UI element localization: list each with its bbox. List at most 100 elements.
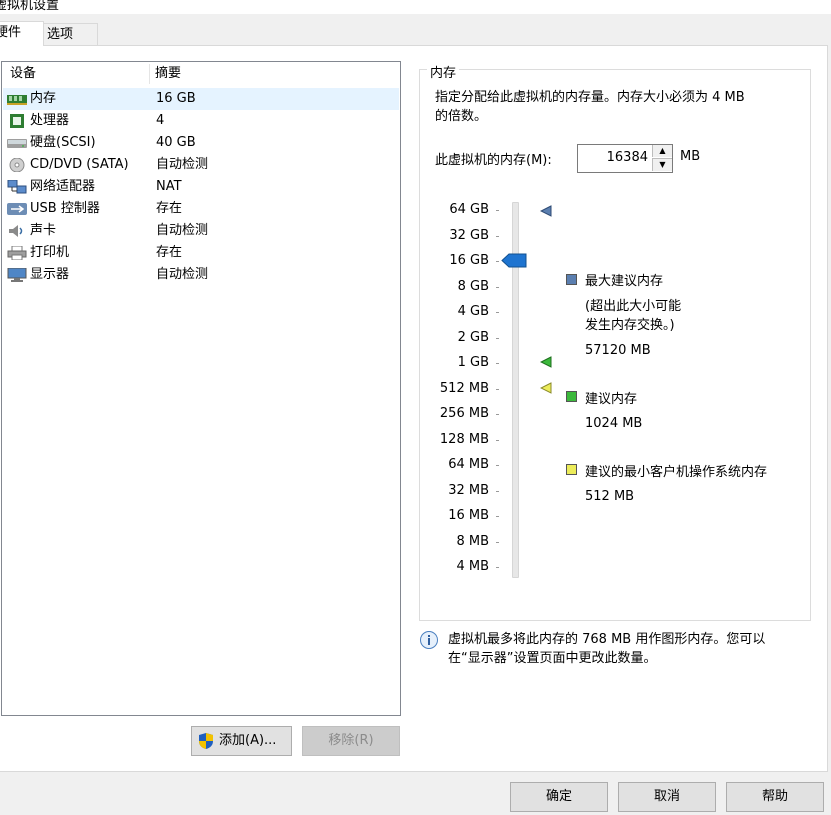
- memory-scale-tick: [496, 312, 499, 313]
- recommended-label: 建议内存: [585, 392, 638, 407]
- device-summary: 自动检测: [156, 267, 209, 282]
- max-recommended-note: (超出此大小可能 发生内存交换。): [585, 297, 681, 335]
- device-name: 显示器: [30, 267, 70, 282]
- device-row-processor[interactable]: 处理器 4: [3, 110, 399, 132]
- column-separator[interactable]: [149, 64, 150, 84]
- printer-icon: [7, 246, 27, 260]
- device-row-network[interactable]: 网络适配器 NAT: [3, 176, 399, 198]
- tab-options[interactable]: 选项: [41, 23, 98, 46]
- device-summary: 自动检测: [156, 223, 209, 238]
- memory-scale-tick: [496, 388, 499, 390]
- uac-shield-icon: [199, 733, 213, 749]
- memory-scale-label: 8 MB: [456, 533, 489, 549]
- device-row-harddisk[interactable]: 硬盘(SCSI) 40 GB: [3, 132, 399, 154]
- memory-group-title: 内存: [427, 62, 460, 81]
- device-summary: 4: [156, 113, 165, 128]
- memory-scale-tick: [496, 414, 499, 415]
- info-icon: [420, 631, 438, 649]
- display-icon: [7, 268, 27, 282]
- device-row-printer[interactable]: 打印机 存在: [3, 242, 399, 264]
- memory-scale-tick: [496, 490, 499, 492]
- memory-scale-label: 32 GB: [449, 227, 489, 243]
- min-recommended-swatch: [566, 464, 577, 475]
- min-recommended-value: 512 MB: [585, 489, 635, 504]
- max-note-line: 发生内存交换。): [585, 318, 675, 333]
- graphics-memory-note: 虚拟机最多将此内存的 768 MB 用作图形内存。您可以 在“显示器”设置页面中…: [448, 630, 765, 668]
- usb-icon: [7, 203, 27, 215]
- device-row-sound[interactable]: 声卡 自动检测: [3, 220, 399, 242]
- max-recommended-swatch: [566, 274, 577, 285]
- device-summary: 自动检测: [156, 157, 209, 172]
- cd-dvd-icon: [9, 158, 25, 172]
- memory-scale-tick: [496, 363, 499, 364]
- device-row-memory[interactable]: 内存 16 GB: [3, 88, 399, 110]
- device-list[interactable]: 设备 摘要 内存 16 GB 处理器 4 硬盘(SCSI) 40 GB CD/D…: [1, 61, 401, 716]
- memory-description-line: 的倍数。: [435, 109, 488, 124]
- ok-button[interactable]: 确定: [510, 782, 608, 812]
- device-row-cd-dvd[interactable]: CD/DVD (SATA) 自动检测: [3, 154, 399, 176]
- device-row-usb[interactable]: USB 控制器 存在: [3, 198, 399, 220]
- memory-scale-label: 64 GB: [449, 202, 489, 217]
- ok-label: 确定: [545, 789, 572, 804]
- remove-device-label: 移除(R): [328, 733, 374, 748]
- memory-scale-label: 512 MB: [439, 380, 489, 396]
- harddisk-icon: [7, 139, 27, 148]
- min-recommended-label: 建议的最小客户机操作系统内存: [585, 465, 768, 480]
- cancel-button[interactable]: 取消: [618, 782, 716, 812]
- device-summary: NAT: [156, 179, 182, 194]
- max-recommended-label: 最大建议内存: [585, 274, 664, 289]
- spin-up-button[interactable]: ▲: [652, 145, 672, 157]
- device-name: 网络适配器: [30, 179, 96, 194]
- memory-scale-tick: [496, 567, 499, 568]
- device-name: CD/DVD (SATA): [30, 157, 129, 172]
- sound-card-icon: [9, 225, 23, 237]
- max-recommended-marker: [540, 205, 552, 217]
- max-note-line: (超出此大小可能: [585, 299, 682, 314]
- device-row-display[interactable]: 显示器 自动检测: [3, 264, 399, 286]
- help-button[interactable]: 帮助: [726, 782, 824, 812]
- memory-field-label: 此虚拟机的内存(M):: [435, 153, 552, 168]
- spin-down-button[interactable]: ▼: [652, 158, 672, 171]
- cpu-icon: [10, 114, 24, 128]
- memory-scale-tick: [496, 439, 499, 441]
- device-summary: 16 GB: [156, 91, 196, 106]
- memory-size-input[interactable]: [580, 148, 648, 167]
- max-recommended-value: 57120 MB: [585, 343, 651, 358]
- tab-hardware[interactable]: 硬件: [0, 21, 44, 46]
- add-device-button[interactable]: 添加(A)...: [191, 726, 292, 756]
- device-name: 硬盘(SCSI): [30, 135, 96, 150]
- memory-scale-tick: [496, 337, 499, 339]
- close-icon[interactable]: ×: [0, 0, 823, 8]
- add-device-label: 添加(A)...: [219, 733, 277, 748]
- memory-scale-label: 2 GB: [457, 329, 489, 345]
- recommended-swatch: [566, 391, 577, 402]
- memory-unit: MB: [680, 149, 701, 164]
- memory-scale-label: 4 MB: [456, 559, 489, 574]
- column-header-summary[interactable]: 摘要: [155, 62, 181, 86]
- network-adapter-icon: [7, 180, 27, 194]
- device-name: USB 控制器: [30, 201, 100, 216]
- device-summary: 存在: [156, 201, 183, 216]
- memory-scale-label: 256 MB: [439, 406, 489, 421]
- memory-slider-thumb[interactable]: [501, 253, 527, 268]
- memory-scale-label: 128 MB: [439, 431, 489, 447]
- memory-scale-tick: [496, 286, 499, 288]
- memory-scale-label: 16 GB: [449, 253, 489, 268]
- help-label: 帮助: [761, 789, 788, 804]
- memory-scale-label: 16 MB: [448, 508, 489, 523]
- tab-hardware-label: 硬件: [0, 25, 22, 40]
- memory-scale-tick: [496, 516, 499, 517]
- cancel-label: 取消: [653, 789, 680, 804]
- remove-device-button[interactable]: 移除(R): [302, 726, 400, 756]
- memory-scale-tick: [496, 541, 499, 543]
- title-bar: 虚拟机设置 ×: [0, 0, 831, 14]
- recommended-marker: [540, 356, 552, 368]
- memory-scale-tick: [496, 465, 499, 466]
- device-name: 内存: [30, 91, 57, 106]
- device-name: 声卡: [30, 223, 57, 238]
- memory-size-spinner[interactable]: ▲ ▼: [577, 144, 673, 173]
- recommended-value: 1024 MB: [585, 416, 643, 431]
- memory-scale-label: 1 GB: [457, 355, 489, 370]
- column-header-device[interactable]: 设备: [10, 62, 36, 86]
- memory-icon: [7, 95, 27, 105]
